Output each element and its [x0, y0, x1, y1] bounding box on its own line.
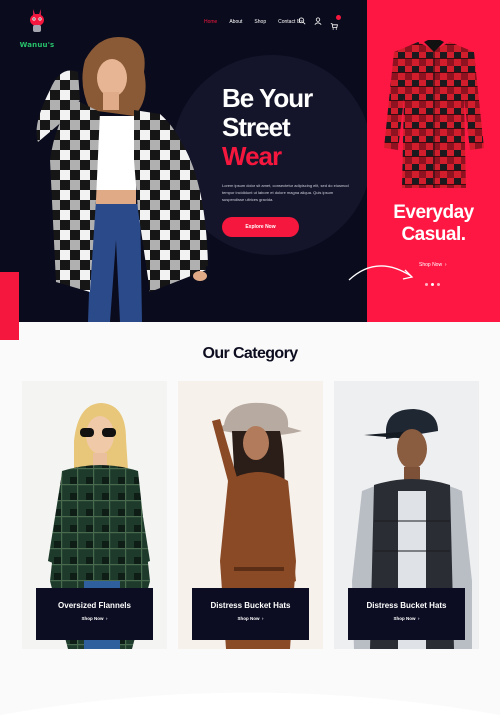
cart-badge: [336, 15, 341, 20]
hero-title-line3: Wear: [222, 141, 282, 171]
card-title: Distress Bucket Hats: [210, 601, 291, 610]
explore-now-button[interactable]: Explore Now: [222, 217, 299, 237]
nav-item-home[interactable]: Home: [204, 19, 217, 25]
card-title: Distress Bucket Hats: [366, 601, 447, 610]
card-shop-now-label: Shop Now: [81, 616, 104, 621]
main-nav: Home About Shop Contact Us: [204, 19, 303, 25]
brand-logo[interactable]: Wanuu's: [18, 8, 56, 50]
category-heading: Our Category: [202, 345, 298, 362]
promo-title-line1: Everyday: [393, 202, 474, 223]
bottom-wave-divider: [0, 692, 500, 715]
hero-description: Lorem ipsum dolor sit amet, consectetur …: [222, 183, 349, 202]
slider-dot-2[interactable]: [431, 283, 434, 286]
search-icon[interactable]: [298, 17, 306, 25]
hero-section: Wanuu's Home About Shop Contact Us Be Yo…: [0, 0, 500, 322]
card-shop-now-link[interactable]: Shop Now ›: [36, 616, 153, 621]
hero-title-line2: Street: [222, 112, 291, 142]
brand-name: Wanuu's: [19, 41, 55, 49]
chevron-right-icon: ›: [415, 616, 420, 621]
card-shop-now-label: Shop Now: [393, 616, 416, 621]
slider-dot-1[interactable]: [425, 283, 428, 286]
hero-model-image: [36, 36, 208, 322]
card-label-box: Distress Bucket Hats Shop Now ›: [348, 588, 465, 640]
chevron-right-icon: ›: [443, 262, 447, 268]
hero-accent-block: [0, 272, 19, 340]
promo-title: Everyday Casual.: [367, 202, 500, 246]
slider-dot-3[interactable]: [437, 283, 440, 286]
category-card[interactable]: Oversized Flannels Shop Now ›: [22, 381, 167, 649]
card-title: Oversized Flannels: [58, 601, 131, 610]
card-shop-now-label: Shop Now: [237, 616, 260, 621]
category-card[interactable]: Distress Bucket Hats Shop Now ›: [178, 381, 323, 649]
flannel-shirt-image: [384, 40, 484, 188]
slider-dots: [425, 283, 440, 286]
card-shop-now-link[interactable]: Shop Now ›: [192, 616, 309, 621]
hero-title-line1: Be Your: [222, 83, 313, 113]
card-shop-now-link[interactable]: Shop Now ›: [348, 616, 465, 621]
promo-shop-now-label: Shop Now: [419, 262, 443, 268]
category-card[interactable]: Distress Bucket Hats Shop Now ›: [334, 381, 479, 649]
nav-icons: [298, 15, 341, 30]
cart-icon: [330, 23, 338, 30]
chevron-right-icon: ›: [103, 616, 108, 621]
nav-item-shop[interactable]: Shop: [254, 19, 266, 25]
card-label-box: Oversized Flannels Shop Now ›: [36, 588, 153, 640]
promo-title-line2: Casual.: [401, 224, 466, 245]
mascot-icon: [30, 9, 44, 32]
nav-item-about[interactable]: About: [229, 19, 242, 25]
curved-arrow-icon: [348, 265, 414, 281]
promo-shop-now-link[interactable]: Shop Now ›: [419, 262, 447, 268]
card-label-box: Distress Bucket Hats Shop Now ›: [192, 588, 309, 640]
user-icon[interactable]: [314, 17, 322, 25]
chevron-right-icon: ›: [259, 616, 264, 621]
hero-title: Be Your Street Wear: [222, 84, 372, 171]
cart-button[interactable]: [330, 15, 341, 30]
